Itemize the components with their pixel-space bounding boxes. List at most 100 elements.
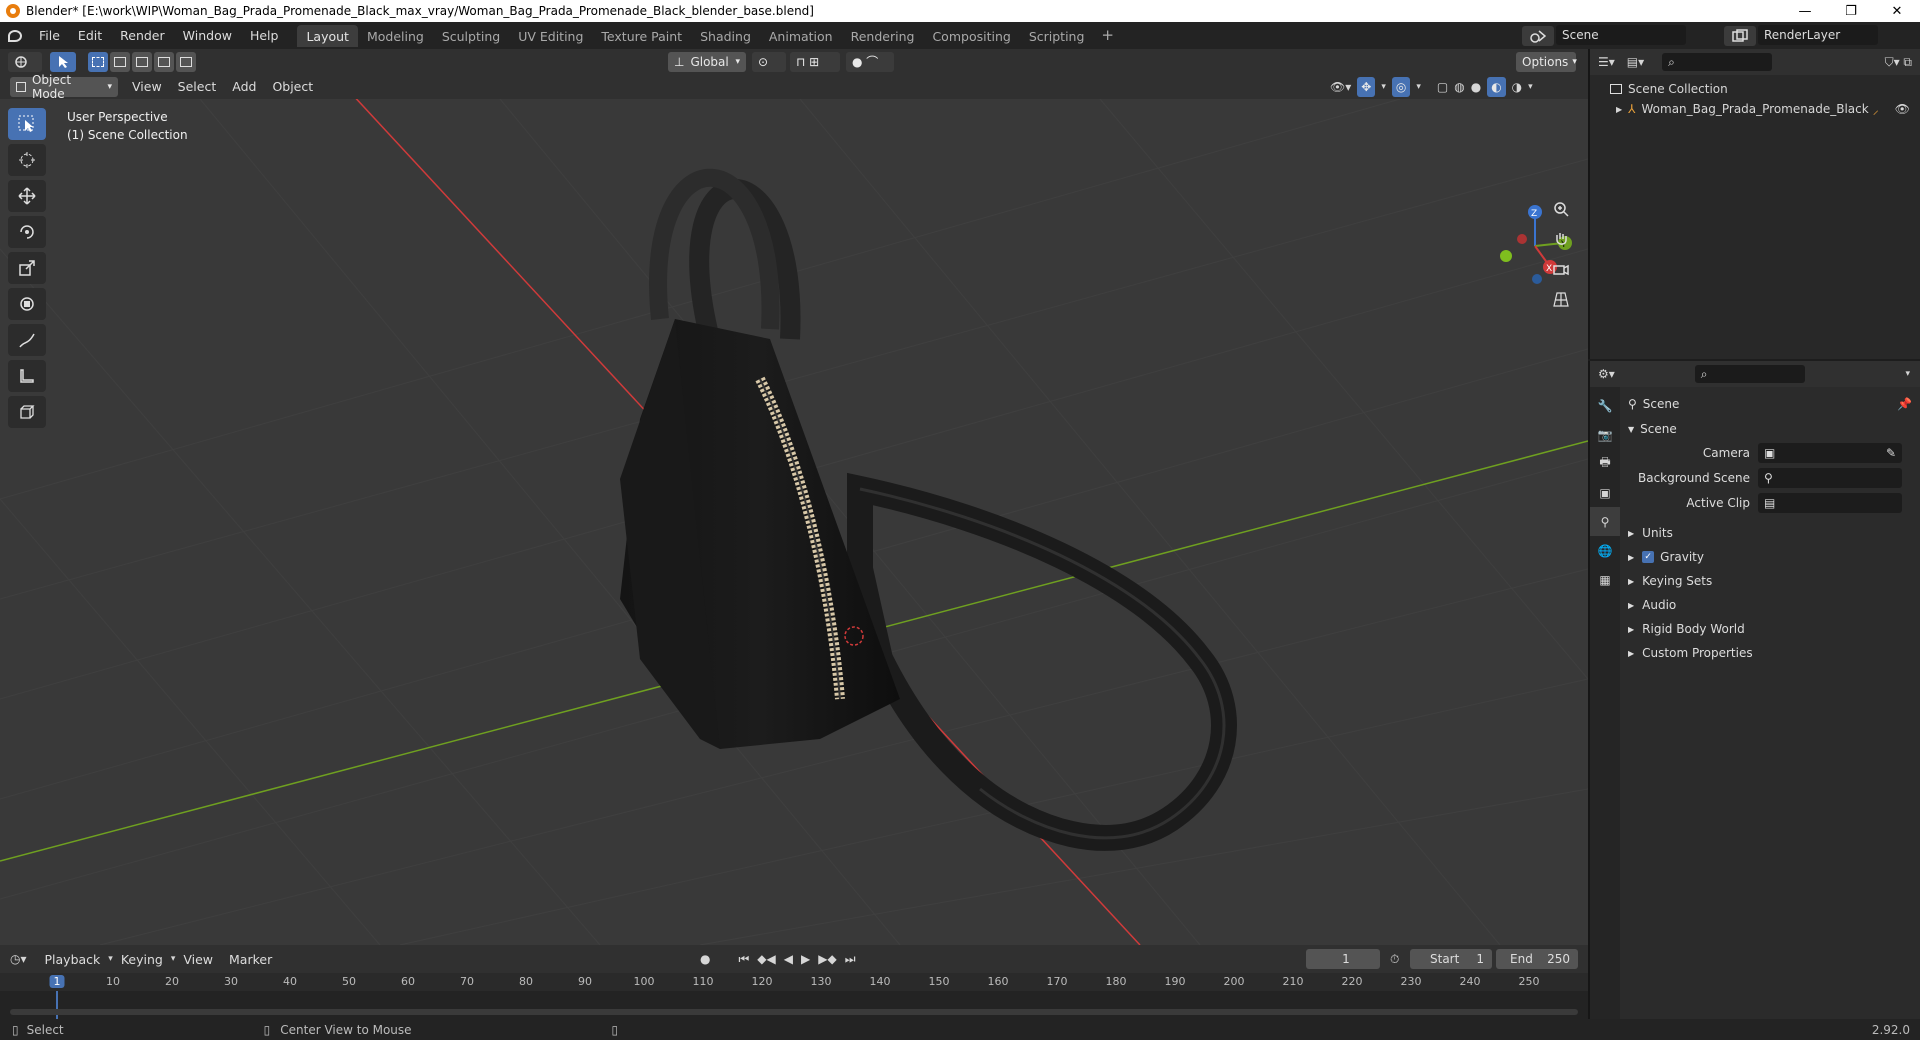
start-frame-field[interactable]: Start 1: [1410, 949, 1492, 969]
output-tab-icon[interactable]: 🖶: [1590, 449, 1620, 478]
keying-sets-panel[interactable]: ▶ Keying Sets: [1628, 570, 1912, 592]
outliner-editor-type-icon[interactable]: ☰▾: [1598, 55, 1615, 69]
object-mode-dropdown[interactable]: Object Mode ▾: [10, 73, 118, 101]
camera-view-icon[interactable]: [1548, 256, 1574, 282]
view-layer-field[interactable]: RenderLayer: [1758, 25, 1878, 45]
minimize-button[interactable]: —: [1782, 4, 1828, 19]
audio-panel[interactable]: ▶ Audio: [1628, 594, 1912, 616]
timeline-area[interactable]: 1 10 20 30 40 50 60 70 80 90 100 110 120 130 140 150 160…: [0, 973, 1588, 1019]
display-mode-icon[interactable]: ▤▾: [1627, 55, 1644, 69]
select-invert-icon[interactable]: [154, 51, 174, 72]
menu-edit[interactable]: Edit: [69, 28, 111, 43]
editor-type-button[interactable]: [8, 51, 42, 72]
transform-orientation-dropdown[interactable]: ⊥ Global ▾: [668, 51, 746, 72]
select-mode-button[interactable]: [50, 51, 76, 72]
options-dropdown[interactable]: Options ▾: [1516, 51, 1577, 72]
tab-sculpting[interactable]: Sculpting: [433, 25, 509, 47]
chevron-down-icon[interactable]: ▾: [1381, 82, 1386, 92]
tab-rendering[interactable]: Rendering: [842, 25, 924, 47]
scene-browse-button[interactable]: [1522, 25, 1554, 46]
expand-arrow-icon[interactable]: ▶: [1616, 105, 1622, 114]
blender-menu-icon[interactable]: [0, 22, 30, 49]
transform-tool[interactable]: [8, 288, 46, 320]
select-new-icon[interactable]: [88, 51, 108, 72]
tab-animation[interactable]: Animation: [760, 25, 842, 47]
material-preview-shading-icon[interactable]: ◐: [1487, 76, 1506, 97]
custom-properties-panel[interactable]: ▶ Custom Properties: [1628, 642, 1912, 664]
world-tab-icon[interactable]: 🌐: [1590, 536, 1620, 565]
viewport-menu-object[interactable]: Object: [264, 79, 321, 94]
frame-ruler[interactable]: 1 10 20 30 40 50 60 70 80 90 100 110 120 130 140 150 160…: [0, 973, 1588, 991]
scene-panel-header[interactable]: ▼ Scene: [1628, 418, 1912, 440]
pivot-point-dropdown[interactable]: ⊙: [752, 51, 786, 72]
active-clip-field[interactable]: ▤: [1758, 493, 1902, 513]
view-layer-tab-icon[interactable]: ▣: [1590, 478, 1620, 507]
tab-shading[interactable]: Shading: [691, 25, 760, 47]
cursor-tool[interactable]: [8, 144, 46, 176]
zoom-icon[interactable]: [1548, 196, 1574, 222]
move-tool[interactable]: [8, 180, 46, 212]
select-subtract-icon[interactable]: [132, 51, 152, 72]
menu-window[interactable]: Window: [174, 28, 241, 43]
visibility-eye-icon[interactable]: 👁▾: [1330, 80, 1351, 94]
viewport-canvas[interactable]: Z Y X: [0, 99, 1588, 945]
prev-keyframe-icon[interactable]: ◆◀: [757, 952, 775, 966]
add-cube-tool[interactable]: [8, 396, 46, 428]
proportional-editing-toggle[interactable]: ● ⌒: [846, 51, 894, 72]
annotate-tool[interactable]: [8, 324, 46, 356]
scale-tool[interactable]: [8, 252, 46, 284]
measure-tool[interactable]: [8, 360, 46, 392]
timeline-menu-view[interactable]: View: [175, 952, 221, 967]
tab-layout[interactable]: Layout: [297, 24, 358, 47]
tab-uv-editing[interactable]: UV Editing: [509, 25, 592, 47]
pose-icon[interactable]: ⸝: [1873, 101, 1879, 118]
snap-toggle[interactable]: ⊓ ⊞: [790, 51, 840, 72]
play-icon[interactable]: ▶: [801, 952, 810, 966]
scene-name-field[interactable]: Scene: [1556, 25, 1686, 45]
select-extend-icon[interactable]: [110, 51, 130, 72]
pin-icon[interactable]: 📌: [1897, 397, 1912, 411]
add-workspace-button[interactable]: +: [1093, 25, 1122, 47]
timeline-editor-type-icon[interactable]: ◷▾: [10, 952, 27, 966]
menu-help[interactable]: Help: [241, 28, 288, 43]
chevron-down-icon[interactable]: ▾: [1416, 82, 1421, 92]
timeline-menu-marker[interactable]: Marker: [221, 952, 280, 967]
viewport-menu-add[interactable]: Add: [224, 79, 264, 94]
tab-compositing[interactable]: Compositing: [923, 25, 1019, 47]
select-box-tool[interactable]: [8, 108, 46, 140]
overlays-toggle-icon[interactable]: ◎: [1391, 76, 1411, 97]
gravity-panel[interactable]: ▶ ✓ Gravity: [1628, 546, 1912, 568]
stopwatch-icon[interactable]: ⏱: [1390, 952, 1399, 967]
select-intersect-icon[interactable]: [176, 51, 196, 72]
chevron-down-icon[interactable]: ▾: [1905, 369, 1910, 379]
menu-render[interactable]: Render: [111, 28, 174, 43]
rigid-body-world-panel[interactable]: ▶ Rigid Body World: [1628, 618, 1912, 640]
jump-end-icon[interactable]: ⏭: [845, 952, 856, 967]
timeline-menu-keying[interactable]: Keying: [113, 952, 171, 967]
rotate-tool[interactable]: [8, 216, 46, 248]
outliner-search-input[interactable]: ⌕: [1662, 53, 1773, 71]
properties-search-input[interactable]: ⌕: [1694, 365, 1805, 383]
record-icon[interactable]: ●: [700, 952, 710, 966]
outliner-row-object[interactable]: ▶ ⅄ Woman_Bag_Prada_Promenade_Black ⸝ 👁: [1590, 97, 1920, 119]
current-frame-field[interactable]: 1: [1306, 949, 1380, 969]
timeline-scrollbar[interactable]: [10, 1009, 1578, 1015]
chevron-down-icon[interactable]: ▾: [1528, 82, 1533, 92]
scene-tab-icon[interactable]: ⚲: [1590, 507, 1620, 536]
next-keyframe-icon[interactable]: ▶◆: [818, 952, 836, 966]
gravity-checkbox[interactable]: ✓: [1642, 551, 1655, 563]
3d-viewport[interactable]: Z Y X: [0, 99, 1588, 945]
properties-editor-type-icon[interactable]: ⚙▾: [1598, 367, 1615, 381]
xray-toggle-icon[interactable]: ▢: [1437, 80, 1448, 94]
jump-start-icon[interactable]: ⏮: [738, 952, 749, 967]
texture-tab-icon[interactable]: ▦: [1590, 565, 1620, 594]
play-reverse-icon[interactable]: ◀: [784, 952, 793, 966]
viewport-menu-view[interactable]: View: [124, 79, 170, 94]
solid-shading-icon[interactable]: ●: [1471, 80, 1481, 94]
perspective-grid-icon[interactable]: [1548, 286, 1574, 312]
tab-texture-paint[interactable]: Texture Paint: [592, 25, 691, 47]
maximize-button[interactable]: ❐: [1828, 4, 1874, 19]
tool-tab-icon[interactable]: 🔧: [1590, 391, 1620, 420]
eye-visibility-icon[interactable]: 👁: [1895, 102, 1910, 116]
units-panel[interactable]: ▶ Units: [1628, 522, 1912, 544]
